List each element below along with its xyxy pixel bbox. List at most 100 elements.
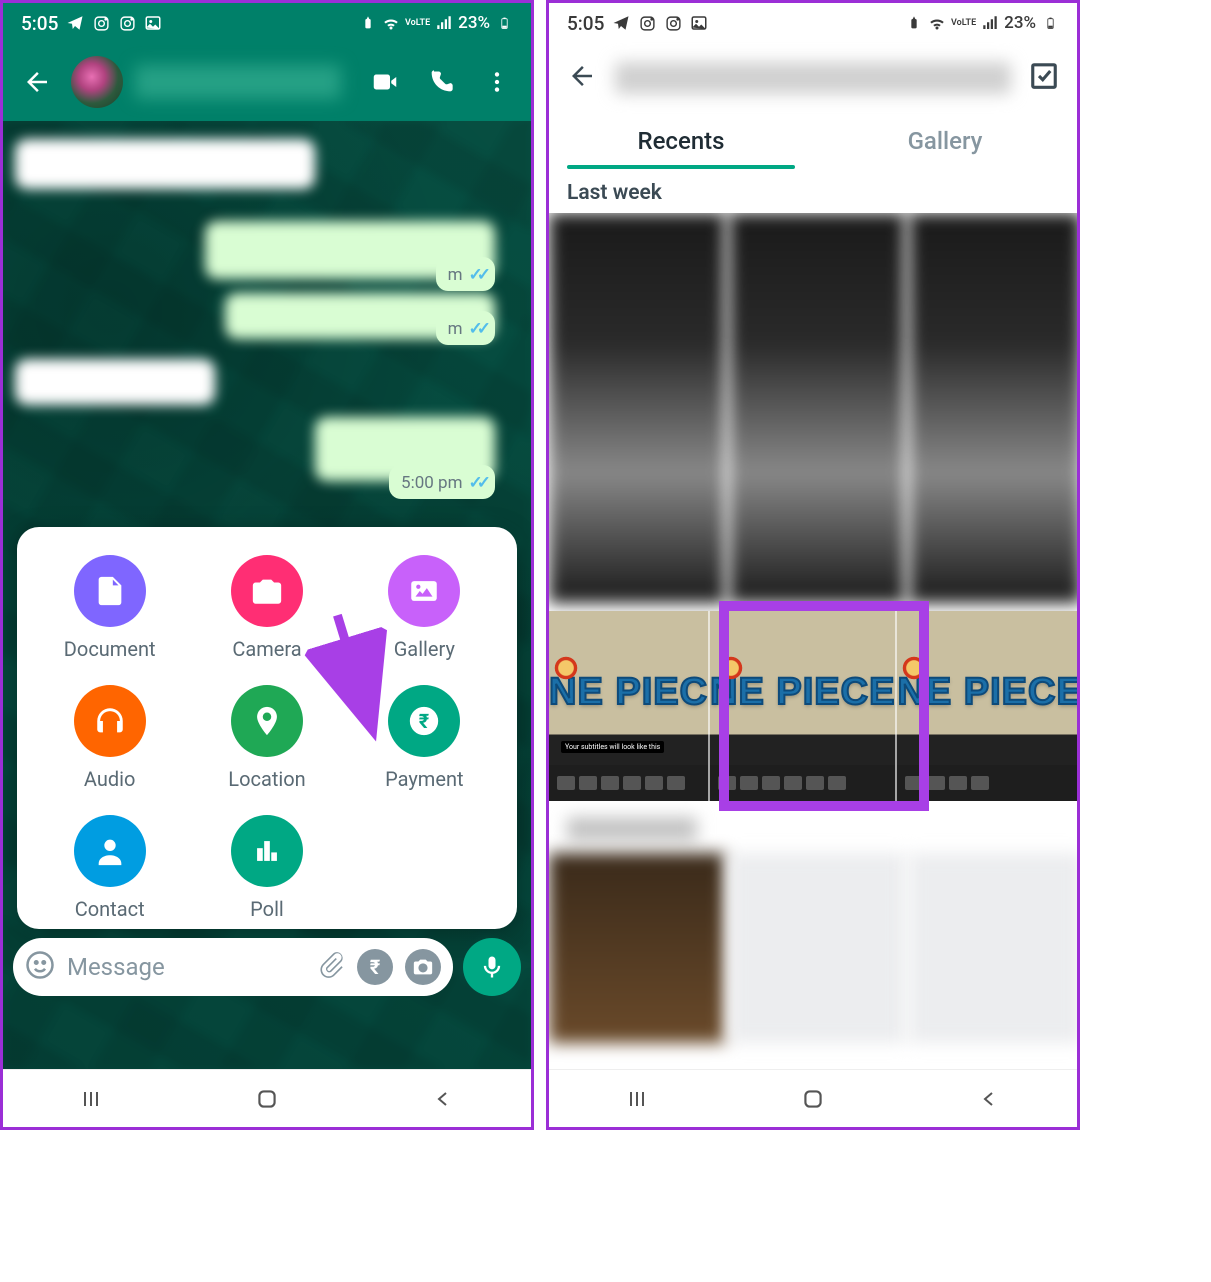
tab-recents[interactable]: Recents: [549, 113, 813, 169]
gallery-thumb[interactable]: [549, 853, 725, 1043]
contact-name-redacted[interactable]: [135, 65, 341, 99]
attach-label: Gallery: [394, 637, 455, 661]
attach-label: Camera: [232, 637, 301, 661]
message-input[interactable]: Message ₹: [13, 938, 453, 996]
telegram-icon: [612, 14, 630, 32]
back-icon[interactable]: [567, 61, 597, 95]
thumb-subtitle: Your subtitles will look like this: [561, 741, 664, 753]
phone-left-whatsapp-chat: 5:05 VoLTE 23%: [0, 0, 534, 1130]
attach-audio[interactable]: Audio: [31, 685, 188, 791]
attach-document[interactable]: Document: [31, 555, 188, 661]
location-icon: [250, 704, 284, 738]
gallery-thumb[interactable]: [729, 853, 905, 1043]
message-in-redacted: [15, 139, 315, 189]
status-bar: 5:05 VoLTE 23%: [3, 3, 531, 43]
recent-apps-button[interactable]: [77, 1085, 105, 1113]
attach-icon[interactable]: [317, 951, 345, 983]
home-button[interactable]: [799, 1085, 827, 1113]
message-time-out: m ✓✓: [436, 311, 495, 345]
gallery-thumb[interactable]: [729, 213, 905, 603]
headphones-icon: [93, 704, 127, 738]
msg-time: 5:00 pm: [401, 473, 462, 493]
thumb-text: NE PIECE: [897, 671, 1077, 714]
signal-icon: [435, 14, 453, 32]
phone-right-gallery-picker: 5:05 VoLTE 23% Recents Gallery Last week: [546, 0, 1080, 1130]
attach-poll[interactable]: Poll: [188, 815, 345, 921]
android-nav-bar: [3, 1069, 531, 1127]
rupee-icon: ₹: [407, 704, 441, 738]
android-nav-bar: [549, 1069, 1077, 1127]
picker-title-redacted: [615, 62, 1011, 94]
volte-label: VoLTE: [951, 19, 976, 28]
emoji-icon[interactable]: [25, 950, 55, 984]
gallery-thumb[interactable]: NE PIECE: [897, 611, 1077, 801]
image-icon: [144, 14, 162, 32]
section-header: Last week: [549, 169, 1077, 213]
volte-label: VoLTE: [405, 19, 430, 28]
instagram-icon: [664, 14, 682, 32]
gallery-grid: NE PIEC Your subtitles will look like th…: [549, 213, 1077, 1069]
attach-label: Audio: [84, 767, 136, 791]
attachment-sheet: Document Camera Gallery Audio: [17, 527, 517, 929]
camera-icon: [250, 574, 284, 608]
battery-icon: [1041, 14, 1059, 32]
telegram-icon: [66, 14, 84, 32]
msg-time: m: [448, 265, 463, 285]
gallery-row: NE PIEC Your subtitles will look like th…: [549, 611, 1077, 801]
gallery-thumb[interactable]: [909, 213, 1077, 603]
strawhat-icon: [718, 655, 744, 681]
rupee-quickpay-icon[interactable]: ₹: [357, 949, 393, 985]
battery-pct: 23%: [458, 13, 490, 33]
back-icon[interactable]: [15, 60, 59, 104]
attach-label: Contact: [75, 897, 145, 921]
message-time-out: m ✓✓: [436, 257, 495, 291]
attach-label: Poll: [250, 897, 284, 921]
wifi-icon: [382, 14, 400, 32]
poll-icon: [250, 834, 284, 868]
recent-apps-button[interactable]: [623, 1085, 651, 1113]
contact-avatar[interactable]: [71, 56, 123, 108]
mic-button[interactable]: [463, 938, 521, 996]
camera-quick-icon[interactable]: [405, 949, 441, 985]
attach-camera[interactable]: Camera: [188, 555, 345, 661]
gallery-thumb[interactable]: [549, 213, 725, 603]
chat-area: m ✓✓ m ✓✓ 5:00 pm ✓✓ Document Camera: [3, 121, 531, 1069]
gallery-thumb[interactable]: NE PIEC Your subtitles will look like th…: [549, 611, 710, 801]
contact-icon: [93, 834, 127, 868]
document-icon: [93, 574, 127, 608]
gallery-thumb[interactable]: [909, 853, 1077, 1043]
status-time: 5:05: [567, 12, 604, 35]
message-time-out: 5:00 pm ✓✓: [389, 465, 495, 499]
image-icon: [690, 14, 708, 32]
svg-text:₹: ₹: [419, 710, 430, 733]
read-ticks-icon: ✓✓: [469, 265, 486, 285]
strawhat-icon: [553, 655, 579, 681]
instagram-icon: [118, 14, 136, 32]
back-button[interactable]: [429, 1085, 457, 1113]
home-button[interactable]: [253, 1085, 281, 1113]
instagram-icon: [638, 14, 656, 32]
attach-payment[interactable]: ₹ Payment: [346, 685, 503, 791]
multi-select-icon[interactable]: [1029, 61, 1059, 95]
section-header-redacted: [567, 817, 697, 841]
message-in-redacted: [15, 359, 215, 405]
attach-label: Payment: [385, 767, 463, 791]
battery-saver-icon: [359, 14, 377, 32]
video-call-icon[interactable]: [363, 60, 407, 104]
instagram-icon: [92, 14, 110, 32]
back-button[interactable]: [975, 1085, 1003, 1113]
wifi-icon: [928, 14, 946, 32]
tab-gallery[interactable]: Gallery: [813, 113, 1077, 169]
message-input-row: Message ₹: [13, 937, 521, 997]
battery-icon: [495, 14, 513, 32]
message-placeholder: Message: [67, 953, 305, 981]
gallery-thumb[interactable]: NE PIECE: [710, 611, 897, 801]
picker-tabs: Recents Gallery: [549, 113, 1077, 169]
voice-call-icon[interactable]: [419, 60, 463, 104]
menu-icon[interactable]: [475, 60, 519, 104]
attach-contact[interactable]: Contact: [31, 815, 188, 921]
picker-header: [549, 43, 1077, 113]
attach-label: Document: [64, 637, 156, 661]
attach-gallery[interactable]: Gallery: [346, 555, 503, 661]
attach-location[interactable]: Location: [188, 685, 345, 791]
